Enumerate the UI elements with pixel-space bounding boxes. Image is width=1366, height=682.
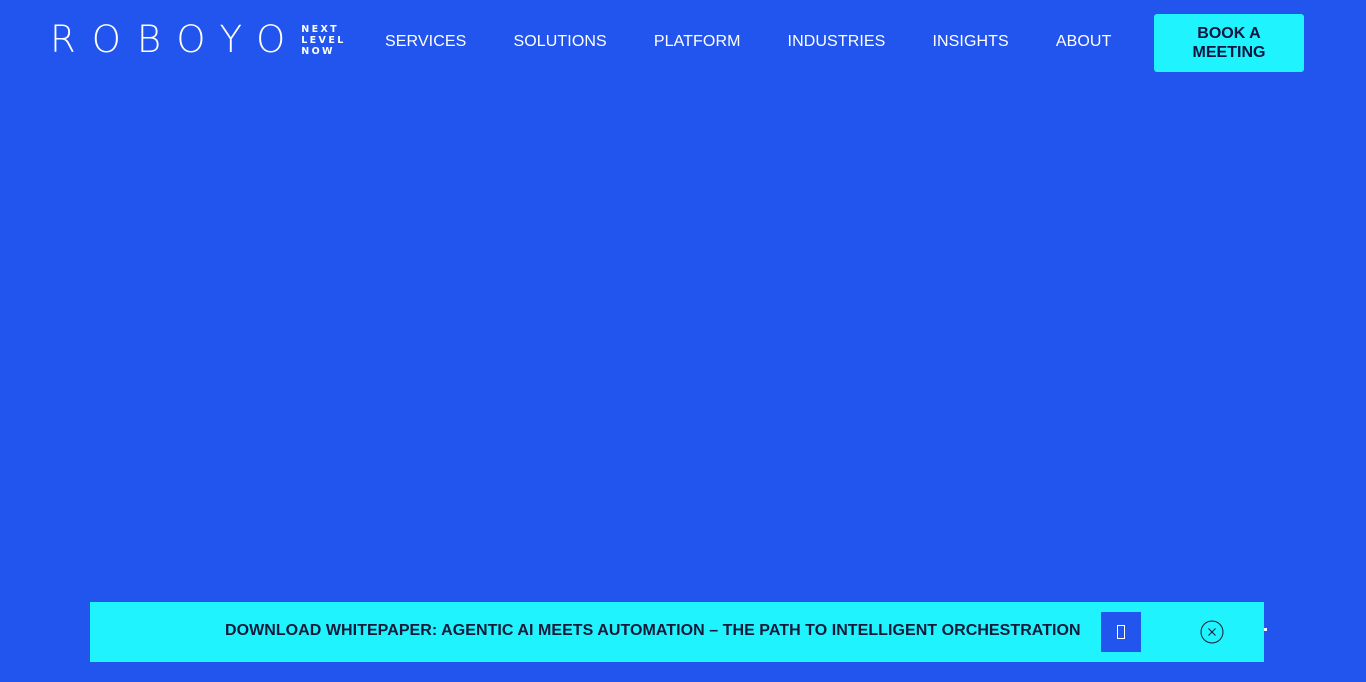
logo-wordmark: ROBOYO [50, 18, 302, 61]
whitepaper-banner: DOWNLOAD WHITEPAPER: AGENTIC AI MEETS AU… [90, 602, 1264, 662]
logo-tagline: NEXT LEVEL NOW [301, 24, 345, 57]
site-header: ROBOYO NEXT LEVEL NOW SERVICES SOLUTIONS… [0, 0, 1366, 86]
page: ROBOYO NEXT LEVEL NOW SERVICES SOLUTIONS… [0, 0, 1366, 682]
logo-tagline-line: NEXT [301, 23, 340, 35]
whitepaper-cover-icon[interactable] [1101, 612, 1141, 652]
nav-item-about[interactable]: ABOUT [1056, 33, 1112, 51]
book-meeting-button[interactable]: BOOK A MEETING [1154, 14, 1304, 72]
document-icon [1117, 625, 1125, 639]
close-circle-icon[interactable] [1200, 620, 1224, 644]
whitepaper-download-link[interactable]: DOWNLOAD WHITEPAPER: AGENTIC AI MEETS AU… [225, 622, 1081, 640]
logo-tagline-line: NOW [301, 45, 335, 57]
decorative-dot [1264, 628, 1267, 631]
nav-item-insights[interactable]: INSIGHTS [932, 33, 1008, 51]
nav-item-solutions[interactable]: SOLUTIONS [513, 33, 606, 51]
nav-item-platform[interactable]: PLATFORM [654, 33, 741, 51]
nav-item-industries[interactable]: INDUSTRIES [788, 33, 886, 51]
roboyo-logo[interactable]: ROBOYO NEXT LEVEL NOW [50, 18, 346, 61]
nav-item-services[interactable]: SERVICES [385, 33, 466, 51]
main-nav: SERVICES SOLUTIONS PLATFORM INDUSTRIES I… [385, 33, 1111, 51]
logo-tagline-line: LEVEL [301, 34, 346, 46]
